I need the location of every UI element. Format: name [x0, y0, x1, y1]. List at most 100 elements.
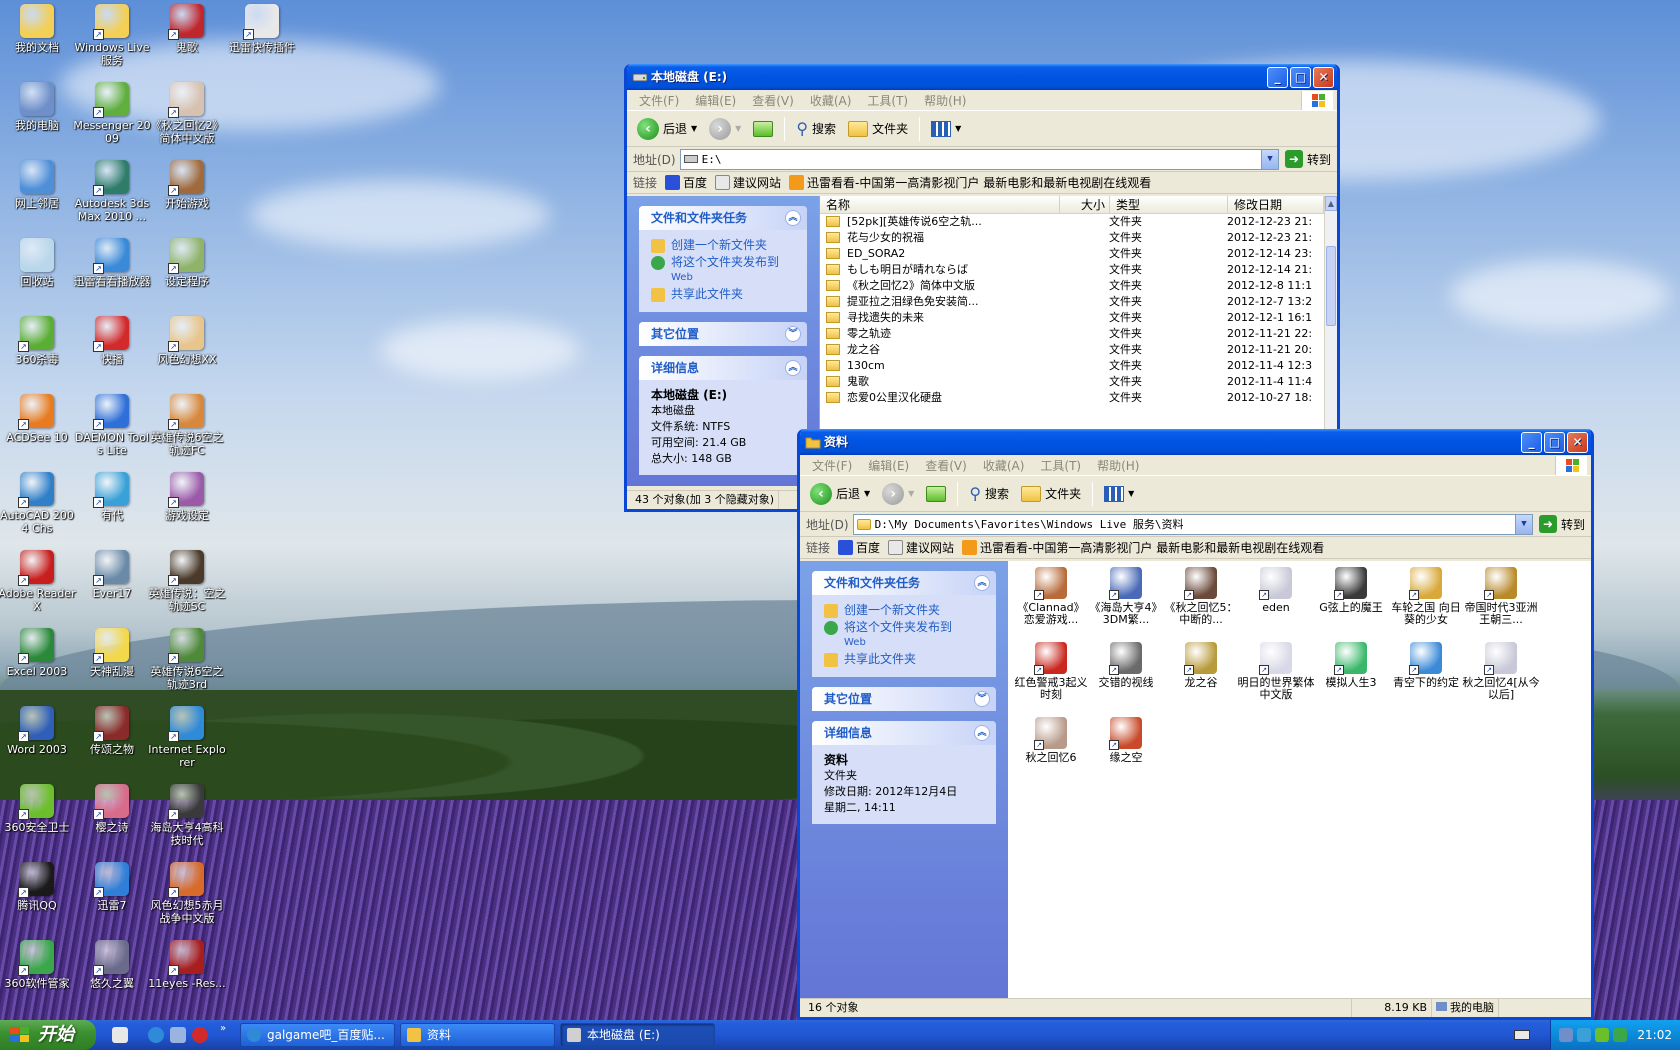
goto-button[interactable]: ➜ 转到 [1283, 150, 1337, 168]
other-places-header[interactable]: 其它位置 ︾ [812, 687, 996, 711]
table-row[interactable]: 寻找遗失的未来 文件夹 2012-12-1 16:1 [820, 310, 1337, 326]
expand-icon[interactable]: ︾ [974, 691, 990, 707]
sync-tray-icon[interactable] [1577, 1028, 1591, 1042]
up-folder-button[interactable] [749, 115, 777, 143]
desktop-icon[interactable]: ↗ 360安全卫士 [0, 784, 76, 834]
goto-button[interactable]: ➜ 转到 [1537, 515, 1591, 533]
link-baidu[interactable]: 百度 [665, 174, 707, 191]
menu-view[interactable]: 查看(V) [917, 457, 975, 474]
expand-icon[interactable]: ︾ [785, 326, 801, 342]
search-button[interactable]: ⚲ 搜索 [965, 480, 1013, 508]
shortcut-item[interactable]: ↗ 《秋之回忆5：中断的... [1162, 567, 1240, 626]
clock[interactable]: 21:02 [1637, 1020, 1672, 1050]
desktop-icon[interactable]: ↗ 悠久之翼 [73, 940, 151, 990]
table-row[interactable]: 鬼歌 文件夹 2012-11-4 11:4 [820, 374, 1337, 390]
desktop-icon[interactable]: ↗ Autodesk 3ds Max 2010 ... [73, 160, 151, 223]
collapse-icon[interactable]: ︽ [974, 725, 990, 741]
quicklaunch-windows-icon[interactable] [112, 1027, 128, 1043]
tasks-header[interactable]: 文件和文件夹任务 ︽ [639, 206, 807, 230]
link-suggested-sites[interactable]: 建议网站 [888, 539, 954, 556]
close-button[interactable]: ✕ [1313, 67, 1334, 88]
table-row[interactable]: ED_SORA2 文件夹 2012-12-14 23: [820, 246, 1337, 262]
scroll-up-icon[interactable]: ▲ [1325, 196, 1337, 211]
publish-web-task[interactable]: 将这个文件夹发布到 Web [651, 255, 797, 285]
folders-button[interactable]: 文件夹 [844, 115, 912, 143]
address-input[interactable]: D:\My Documents\Favorites\Windows Live 服… [852, 513, 1533, 535]
address-dropdown-icon[interactable]: ▼ [1260, 149, 1278, 169]
desktop-icon[interactable]: ↗ 风色幻想XX [148, 316, 226, 366]
details-header[interactable]: 详细信息 ︽ [639, 356, 807, 380]
titlebar[interactable]: 本地磁盘 (E:) _ □ ✕ [627, 64, 1337, 90]
desktop-icon[interactable]: ↗ Internet Explorer [148, 706, 226, 769]
shortcut-item[interactable]: ↗ 缘之空 [1087, 717, 1165, 764]
table-row[interactable]: 花与少女的祝福 文件夹 2012-12-23 21: [820, 230, 1337, 246]
maximize-button[interactable]: □ [1544, 432, 1565, 453]
link-xunlei-kankan[interactable]: 迅雷看看-中国第一高清影视门户 最新电影和最新电视剧在线观看 [789, 174, 1151, 191]
publish-web-task[interactable]: 将这个文件夹发布到 Web [824, 620, 986, 650]
details-header[interactable]: 详细信息 ︽ [812, 721, 996, 745]
360-tray-icon[interactable] [1595, 1028, 1609, 1042]
minimize-button[interactable]: _ [1267, 67, 1288, 88]
menu-file[interactable]: 文件(F) [804, 457, 860, 474]
collapse-icon[interactable]: ︽ [785, 360, 801, 376]
up-folder-button[interactable] [922, 480, 950, 508]
desktop-icon[interactable]: ↗ 樱之诗 [73, 784, 151, 834]
task-button-galgame[interactable]: galgame吧_百度贴... [240, 1023, 395, 1047]
shortcut-item[interactable]: ↗ 秋之回忆6 [1012, 717, 1090, 764]
shortcut-item[interactable]: ↗ 龙之谷 [1162, 642, 1240, 689]
back-button[interactable]: ‹ 后退 ▼ [633, 115, 701, 143]
shortcut-item[interactable]: ↗ 《海岛大亨4》3DM繁... [1087, 567, 1165, 626]
window-ziliao[interactable]: 资料 _ □ ✕ 文件(F) 编辑(E) 查看(V) 收藏(A) 工具(T) 帮… [797, 429, 1594, 1020]
desktop-icon[interactable]: ↗ ACDSee 10 [0, 394, 76, 444]
close-button[interactable]: ✕ [1567, 432, 1588, 453]
desktop-icon[interactable]: 回收站 [0, 238, 76, 288]
network-tray-icon[interactable] [1559, 1028, 1573, 1042]
views-button[interactable]: ▼ [1100, 480, 1138, 508]
shortcut-item[interactable]: ↗ 交错的视线 [1087, 642, 1165, 689]
desktop-icon[interactable]: ↗ 风色幻想5赤月战争中文版 [148, 862, 226, 925]
desktop-icon[interactable]: ↗ 英雄传说：空之轨迹SC [148, 550, 226, 613]
menu-tools[interactable]: 工具(T) [1032, 457, 1089, 474]
desktop-icon[interactable]: ↗ 360软件管家 [0, 940, 76, 990]
menu-favorites[interactable]: 收藏(A) [802, 92, 860, 109]
back-button[interactable]: ‹ 后退 ▼ [806, 480, 874, 508]
desktop-icon[interactable]: ↗ 英雄传说6空之轨迹FC [148, 394, 226, 457]
desktop-icon[interactable]: ↗ 开始游戏 [148, 160, 226, 210]
shortcut-item[interactable]: ↗ 模拟人生3 [1312, 642, 1390, 689]
desktop-icon[interactable]: ↗ 海岛大亨4高科技时代 [148, 784, 226, 847]
views-button[interactable]: ▼ [927, 115, 965, 143]
table-row[interactable]: 提亚拉之泪绿色免安装简... 文件夹 2012-12-7 13:2 [820, 294, 1337, 310]
column-type[interactable]: 类型 [1110, 196, 1228, 213]
address-input[interactable]: E:\ ▼ [679, 148, 1279, 170]
table-row[interactable]: 零之轨迹 文件夹 2012-11-21 22: [820, 326, 1337, 342]
maximize-button[interactable]: □ [1290, 67, 1311, 88]
desktop-icon[interactable]: ↗ Windows Live 服务 [73, 4, 151, 67]
table-row[interactable]: [52pk][英雄传说6空之轨... 文件夹 2012-12-23 21: [820, 214, 1337, 230]
shortcut-item[interactable]: ↗ 秋之回忆4[从今以后] [1462, 642, 1540, 701]
shortcut-item[interactable]: ↗ eden [1237, 567, 1315, 614]
shortcut-item[interactable]: ↗ 帝国时代3亚洲王朝三... [1462, 567, 1540, 626]
forward-button[interactable]: › ▼ [878, 480, 918, 508]
desktop-icon[interactable]: ↗ AutoCAD 2004 Chs [0, 472, 76, 535]
task-button-ziliao[interactable]: 资料 [400, 1023, 555, 1047]
menu-favorites[interactable]: 收藏(A) [975, 457, 1033, 474]
shortcut-item[interactable]: ↗ 红色警戒3起义时刻 [1012, 642, 1090, 701]
table-row[interactable]: 《秋之回忆2》简体中文版 文件夹 2012-12-8 11:1 [820, 278, 1337, 294]
desktop-icon[interactable]: ↗ 迅雷7 [73, 862, 151, 912]
desktop-icon[interactable]: ↗ 《秋之回忆2》简体中文版 [148, 82, 226, 145]
desktop-icon[interactable]: ↗ 迅雷快传插件 [223, 4, 301, 54]
share-folder-task[interactable]: 共享此文件夹 [824, 652, 986, 667]
shortcut-item[interactable]: ↗ 车轮之国 向日葵的少女 [1387, 567, 1465, 626]
desktop-icon[interactable]: 我的电脑 [0, 82, 76, 132]
scrollbar-thumb[interactable] [1326, 246, 1336, 326]
link-baidu[interactable]: 百度 [838, 539, 880, 556]
table-row[interactable]: 龙之谷 文件夹 2012-11-21 20: [820, 342, 1337, 358]
table-row[interactable]: 恋爱0公里汉化硬盘 文件夹 2012-10-27 18: [820, 390, 1337, 406]
link-xunlei-kankan[interactable]: 迅雷看看-中国第一高清影视门户 最新电影和最新电视剧在线观看 [962, 539, 1324, 556]
forward-button[interactable]: › ▼ [705, 115, 745, 143]
keyboard-icon[interactable] [1514, 1030, 1530, 1040]
desktop-icon[interactable]: ↗ 有代 [73, 472, 151, 522]
desktop-icon[interactable]: ↗ DAEMON Tools Lite [73, 394, 151, 457]
menu-help[interactable]: 帮助(H) [916, 92, 974, 109]
desktop-icon[interactable]: ↗ Excel 2003 [0, 628, 76, 678]
